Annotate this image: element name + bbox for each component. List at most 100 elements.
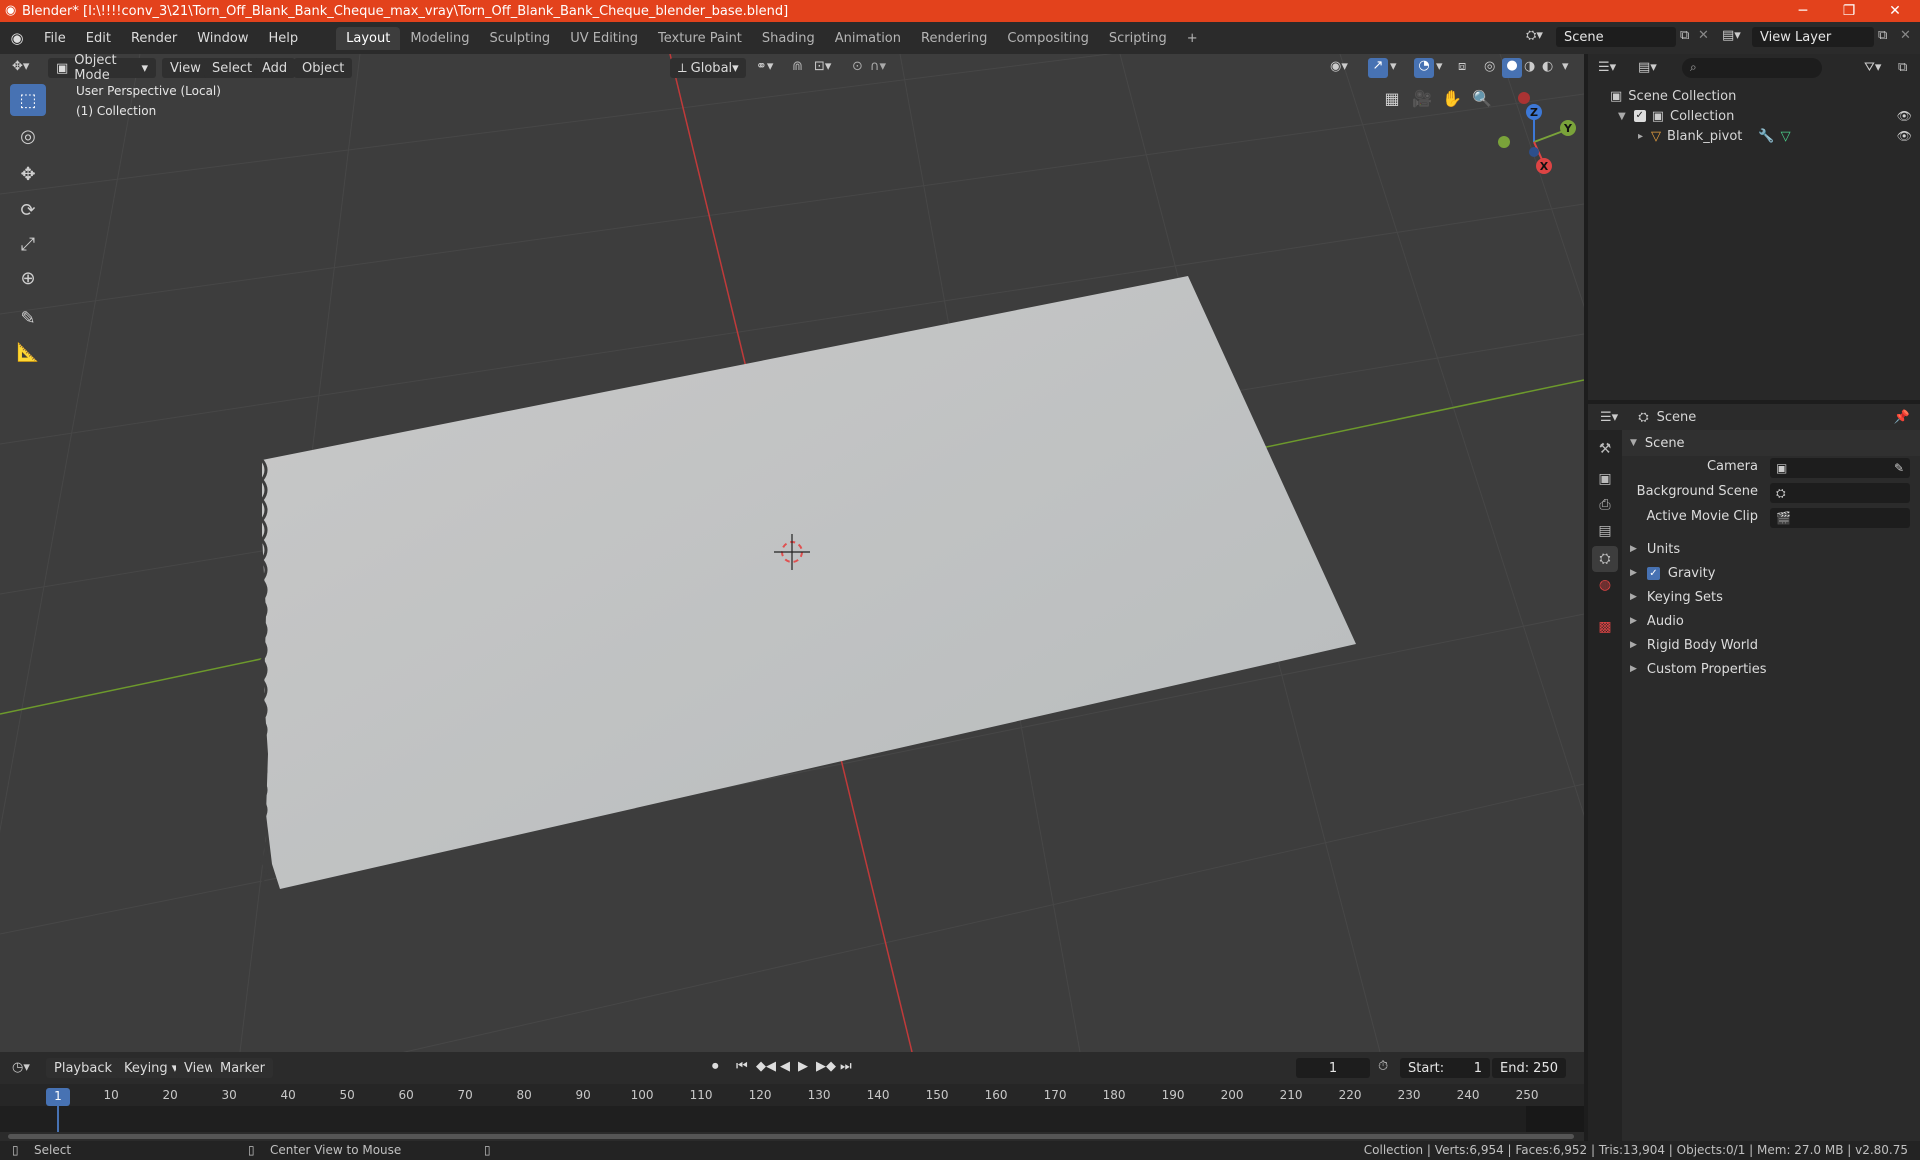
pin-icon[interactable]: 📌	[1894, 410, 1910, 425]
view-layer-icon[interactable]: ▤▾	[1722, 28, 1741, 43]
delete-scene-icon[interactable]: ✕	[1698, 28, 1709, 43]
display-mode-icon[interactable]: ▤▾	[1638, 60, 1657, 75]
pan-hand-icon[interactable]: ✋	[1438, 84, 1466, 112]
tab-texture-paint[interactable]: Texture Paint	[648, 27, 752, 50]
jump-start-icon[interactable]: ⏮	[736, 1059, 748, 1074]
scene-name-field[interactable]: Scene	[1556, 27, 1676, 47]
next-keyframe-icon[interactable]: ▶◆	[816, 1059, 836, 1074]
snap-target-icon[interactable]: ⊡▾	[814, 59, 831, 74]
jump-end-icon[interactable]: ⏭	[840, 1059, 852, 1074]
falloff-icon[interactable]: ∩▾	[870, 59, 886, 74]
rigid-body-world-section[interactable]: ▶ Rigid Body World	[1630, 634, 1758, 656]
audio-section[interactable]: ▶ Audio	[1630, 610, 1684, 632]
properties-editor-type-icon[interactable]: ☰▾	[1600, 410, 1618, 425]
menu-help[interactable]: Help	[259, 31, 309, 46]
camera-view-icon[interactable]: 🎥	[1408, 84, 1436, 112]
menu-marker[interactable]: Marker	[212, 1058, 273, 1078]
units-section[interactable]: ▶ Units	[1630, 538, 1680, 560]
play-icon[interactable]: ▶	[798, 1059, 808, 1074]
mesh-data-icon[interactable]: ▽	[1781, 129, 1791, 144]
maximize-button[interactable]: ❐	[1826, 0, 1872, 22]
gizmo-toggle-icon[interactable]: ↗	[1368, 58, 1388, 78]
pivot-point-icon[interactable]: ⚭▾	[756, 59, 773, 74]
gizmo-dropdown-icon[interactable]: ▾	[1390, 59, 1397, 74]
new-view-layer-icon[interactable]: ⧉	[1878, 28, 1887, 43]
gizmo-neg-y-dot[interactable]	[1498, 136, 1510, 148]
output-tab[interactable]: ⎙	[1592, 492, 1618, 518]
tab-scripting[interactable]: Scripting	[1099, 27, 1177, 50]
background-scene-field[interactable]: ⛭	[1770, 483, 1910, 503]
measure-tool[interactable]: 📐	[10, 336, 46, 368]
keying-sets-section[interactable]: ▶ Keying Sets	[1630, 586, 1723, 608]
outliner-item-blank-pivot[interactable]: ▸ ▽ Blank_pivot 🔧 ▽ 👁	[1638, 126, 1918, 146]
end-frame-field[interactable]: End: 250	[1492, 1058, 1566, 1078]
minimize-button[interactable]: ─	[1780, 0, 1826, 22]
proportional-edit-icon[interactable]: ⊙	[852, 59, 863, 74]
filter-icon[interactable]: ⛛▾	[1864, 60, 1881, 75]
expand-arrow-icon[interactable]: ▸	[1638, 131, 1643, 142]
transform-tool[interactable]: ⊕	[10, 262, 46, 294]
solid-shading-icon[interactable]: ●	[1502, 58, 1522, 78]
blender-menu-icon[interactable]: ◉	[0, 29, 34, 47]
render-tab[interactable]: ▣	[1592, 466, 1618, 492]
camera-field[interactable]: ▣ ✎	[1770, 458, 1910, 478]
menu-edit[interactable]: Edit	[76, 31, 121, 46]
outliner-editor-type-icon[interactable]: ☰▾	[1598, 60, 1616, 75]
tab-uv-editing[interactable]: UV Editing	[560, 27, 648, 50]
outliner-item-collection[interactable]: ▼ ✓ ▣ Collection 👁	[1618, 106, 1918, 126]
3d-viewport[interactable]: ✥▾ ▣ Object Mode ▾ View Select Add Objec…	[0, 54, 1584, 1052]
eyedropper-icon[interactable]: ✎	[1894, 461, 1904, 475]
overlays-toggle-icon[interactable]: ◔	[1414, 58, 1434, 78]
move-tool[interactable]: ✥	[10, 158, 46, 190]
view-layer-tab[interactable]: ▤	[1592, 518, 1618, 544]
outliner-item-scene-collection[interactable]: ▣ Scene Collection	[1610, 86, 1736, 106]
active-movie-clip-field[interactable]: 🎬	[1770, 508, 1910, 528]
tab-compositing[interactable]: Compositing	[997, 27, 1099, 50]
close-button[interactable]: ✕	[1872, 0, 1918, 22]
menu-object[interactable]: Object	[294, 58, 353, 78]
menu-view[interactable]: View	[162, 58, 209, 78]
visibility-icon[interactable]: ◉▾	[1330, 59, 1348, 74]
tab-shading[interactable]: Shading	[752, 27, 825, 50]
exclude-checkbox[interactable]: ✓	[1633, 110, 1646, 122]
playhead-line[interactable]	[57, 1106, 59, 1132]
toggle-grid-icon[interactable]: ▦	[1378, 84, 1406, 112]
menu-window[interactable]: Window	[187, 31, 258, 46]
menu-file[interactable]: File	[34, 31, 76, 46]
gravity-checkbox[interactable]: ✓	[1646, 566, 1660, 580]
menu-add[interactable]: Add	[254, 58, 296, 78]
tab-animation[interactable]: Animation	[825, 27, 911, 50]
editor-type-icon[interactable]: ✥▾	[12, 59, 29, 74]
gravity-section[interactable]: ▶ ✓ Gravity	[1630, 562, 1715, 584]
play-reverse-icon[interactable]: ◀	[780, 1059, 790, 1074]
add-workspace-button[interactable]: +	[1177, 27, 1208, 50]
cheque-mesh[interactable]	[262, 276, 1356, 889]
object-mode-dropdown[interactable]: ▣ Object Mode ▾	[48, 54, 156, 83]
tab-sculpting[interactable]: Sculpting	[479, 27, 560, 50]
xray-icon[interactable]: ⧈	[1458, 59, 1466, 74]
scene-selector-icon[interactable]: ⛭▾	[1526, 28, 1543, 43]
new-scene-icon[interactable]: ⧉	[1680, 28, 1689, 43]
record-icon[interactable]: ⏺	[712, 1059, 719, 1074]
view-layer-field[interactable]: View Layer	[1752, 27, 1874, 47]
outliner-search-input[interactable]	[1682, 58, 1822, 78]
snap-icon[interactable]: ⋒	[792, 59, 803, 74]
tab-layout[interactable]: Layout	[336, 26, 401, 50]
select-box-tool[interactable]: ⬚	[10, 84, 46, 116]
world-tab[interactable]: ◍	[1592, 572, 1618, 598]
timeline-editor-type-icon[interactable]: ◷▾	[12, 1060, 30, 1075]
start-frame-field[interactable]: Start: 1	[1400, 1058, 1490, 1078]
gizmo-neg-x-dot[interactable]	[1518, 92, 1530, 104]
eye-icon[interactable]: 👁	[1897, 129, 1912, 143]
timeline-track-area[interactable]	[0, 1106, 1584, 1132]
menu-select[interactable]: Select	[204, 58, 261, 78]
rendered-shading-icon[interactable]: ◐	[1542, 59, 1553, 74]
timeline-scrollbar[interactable]	[8, 1134, 1574, 1139]
expand-arrow-icon[interactable]: ▼	[1618, 111, 1626, 122]
new-collection-icon[interactable]: ⧉	[1898, 60, 1907, 75]
custom-properties-section[interactable]: ▶ Custom Properties	[1630, 658, 1767, 680]
delete-view-layer-icon[interactable]: ✕	[1900, 28, 1911, 43]
tab-modeling[interactable]: Modeling	[400, 27, 479, 50]
navigation-gizmo[interactable]: Z Y X	[1490, 86, 1584, 182]
tool-tab[interactable]: ⚒	[1592, 436, 1618, 462]
